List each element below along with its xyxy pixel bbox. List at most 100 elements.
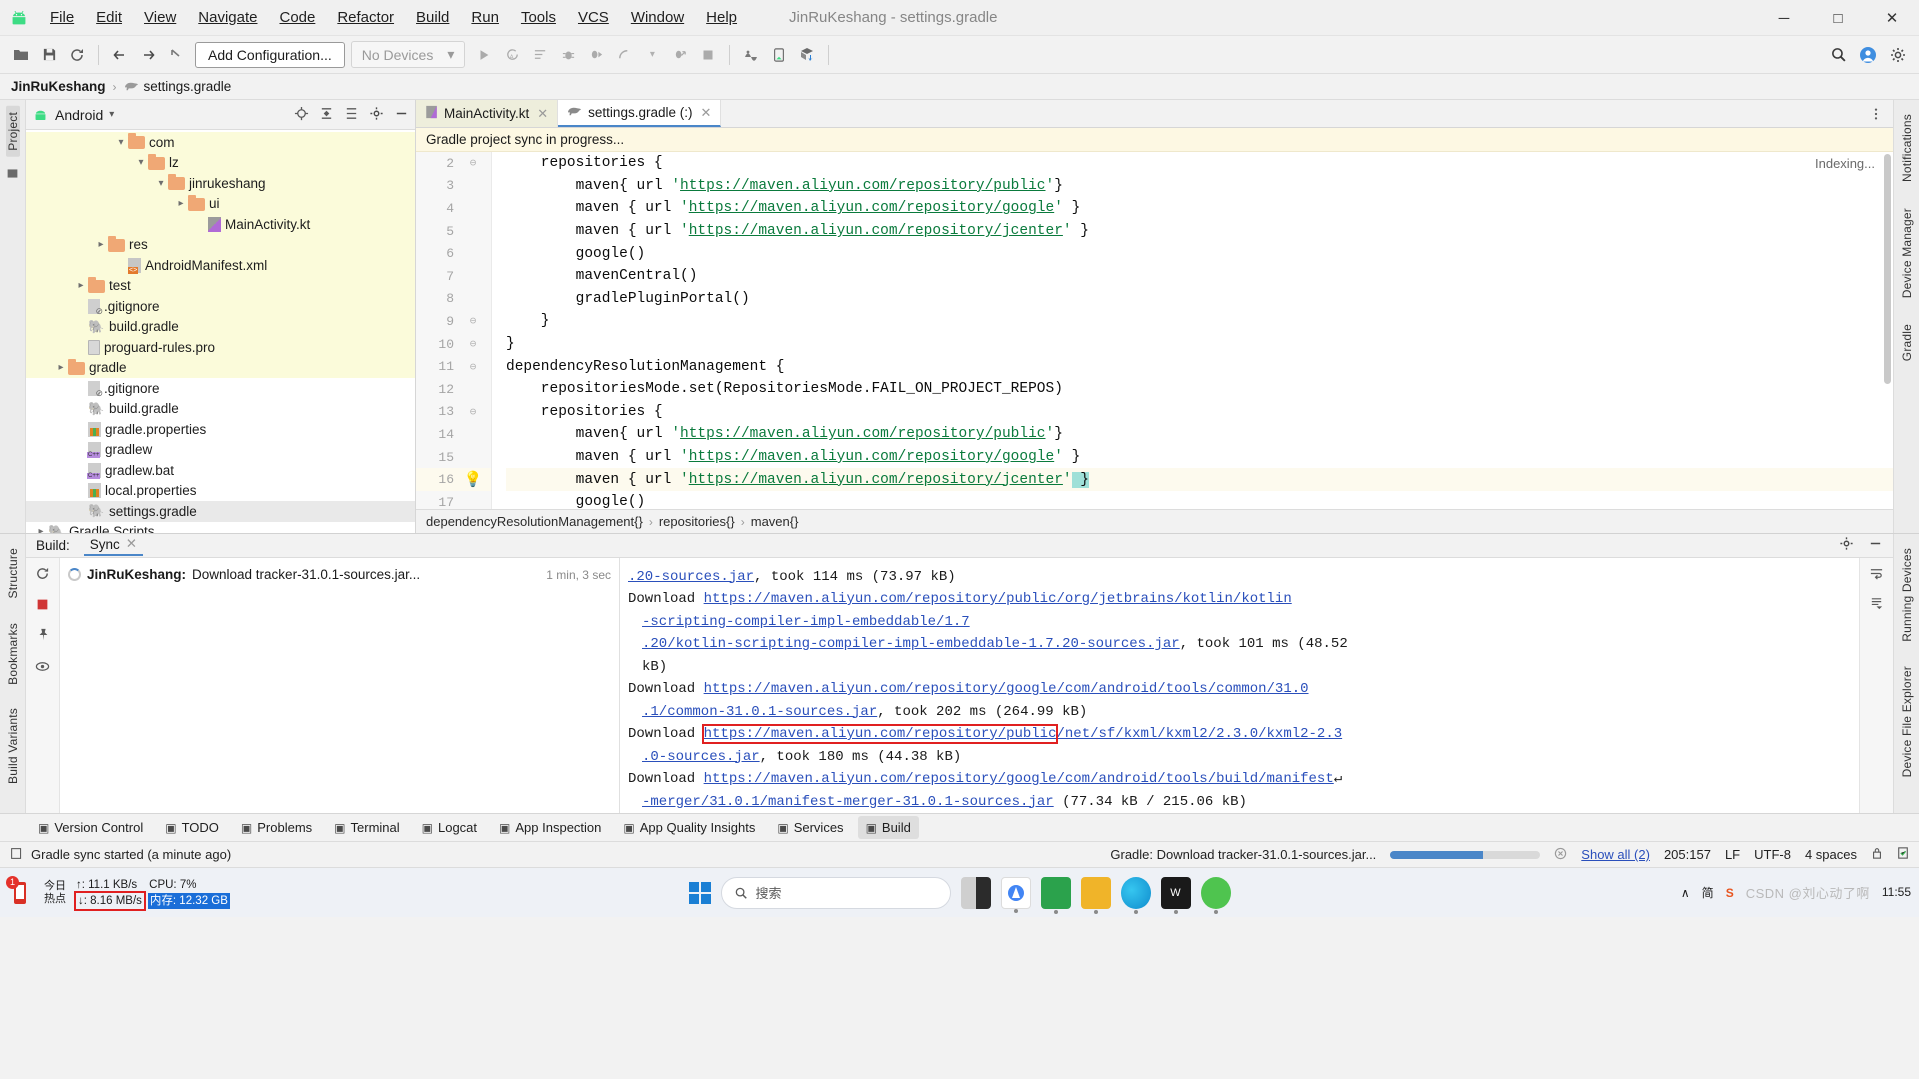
task-view-icon[interactable] <box>960 876 991 909</box>
ime-indicator[interactable]: 简 <box>1702 884 1714 901</box>
tool-tab-app-quality-insights[interactable]: ▣ App Quality Insights <box>615 816 763 839</box>
code-editor[interactable]: 2 ⊖ 3 4 5 6 7 8 9 ⊖ 10 ⊖ 11 ⊖ 12 13 ⊖ 14 15 16 💡 17 repositor… <box>416 152 1893 509</box>
run-icon[interactable] <box>471 42 497 68</box>
wechat-icon[interactable] <box>1200 876 1231 914</box>
code-line[interactable]: google() <box>506 491 1893 509</box>
editor-vertical-scrollbar[interactable] <box>1884 154 1891 384</box>
code-line[interactable]: maven { url ' https://maven.aliyun.com/re… <box>506 446 1893 469</box>
back-arrow-icon[interactable] <box>107 42 133 68</box>
build-log-link[interactable]: .20/kotlin-scripting-compiler-impl-embed… <box>642 636 1180 652</box>
chevron-down-icon[interactable]: ▾ <box>109 109 114 120</box>
editor-tab-settings-gradle[interactable]: settings.gradle (:) ✕ <box>558 100 722 127</box>
code-line[interactable]: } <box>506 310 1893 333</box>
gutter-row[interactable]: 17 <box>416 491 491 509</box>
tool-tab-services[interactable]: ▣ Services <box>769 816 851 839</box>
hide-build-icon[interactable] <box>1868 536 1883 554</box>
huawei-icon[interactable] <box>1040 876 1071 914</box>
settings-gear-icon[interactable] <box>1885 42 1911 68</box>
gutter-row[interactable]: 4 <box>416 197 491 220</box>
tree-item[interactable]: res <box>26 234 415 255</box>
wps-icon[interactable]: W <box>1160 876 1191 914</box>
stop-icon[interactable] <box>695 42 721 68</box>
sidebar-item-project[interactable]: Project <box>5 106 20 157</box>
commit-icon[interactable] <box>6 167 19 183</box>
sogou-icon[interactable]: S <box>1726 886 1734 900</box>
code-line[interactable]: repositories { <box>506 401 1893 424</box>
tree-item[interactable]: local.properties <box>26 481 415 502</box>
chevron-closed-icon[interactable] <box>74 280 88 291</box>
open-folder-icon[interactable] <box>8 42 34 68</box>
sidebar-item-build-variants[interactable]: Build Variants <box>6 702 20 790</box>
run-coverage-icon[interactable] <box>527 42 553 68</box>
code-url-link[interactable]: https://maven.aliyun.com/repository/goog… <box>689 200 1054 216</box>
gutter-row[interactable]: 14 <box>416 423 491 446</box>
edge-icon[interactable] <box>1120 876 1151 914</box>
tree-item[interactable]: .gitignore <box>26 296 415 317</box>
apply-changes-icon[interactable]: A <box>499 42 525 68</box>
menu-tools[interactable]: Tools <box>511 6 566 29</box>
search-everywhere-icon[interactable] <box>1825 42 1851 68</box>
menu-refactor[interactable]: Refactor <box>327 6 404 29</box>
gutter-row[interactable]: 12 <box>416 378 491 401</box>
tree-item[interactable]: gradle.properties <box>26 419 415 440</box>
editor-status-icon[interactable] <box>10 847 23 863</box>
code-url-link[interactable]: https://maven.aliyun.com/repository/goog… <box>689 449 1054 465</box>
hotspot-label[interactable]: 今日 热点 <box>44 880 66 906</box>
code-line[interactable]: maven{ url ' https://maven.aliyun.com/rep… <box>506 423 1893 446</box>
tree-item[interactable]: jinrukeshang <box>26 173 415 194</box>
device-manager-icon[interactable] <box>766 42 792 68</box>
tree-item[interactable]: proguard-rules.pro <box>26 337 415 358</box>
gutter-row[interactable]: 2 ⊖ <box>416 152 491 175</box>
windows-start-icon[interactable] <box>688 881 711 904</box>
hide-panel-icon[interactable] <box>394 106 409 124</box>
code-breadcrumb-item[interactable]: dependencyResolutionManagement{} <box>426 514 643 529</box>
gutter-row[interactable]: 3 <box>416 175 491 198</box>
network-monitor[interactable]: ↑: 11.1 KB/s CPU: 7% ↓: 8.16 MB/s 内存: 12… <box>74 877 230 911</box>
tree-item[interactable]: 🐘 settings.gradle <box>26 501 415 522</box>
menu-code[interactable]: Code <box>269 6 325 29</box>
chevron-open-icon[interactable] <box>134 157 148 168</box>
indent-setting[interactable]: 4 spaces <box>1805 847 1857 862</box>
breadcrumb-project[interactable]: JinRuKeshang <box>8 78 109 95</box>
code-url-link[interactable]: https://maven.aliyun.com/repository/publ… <box>680 426 1045 442</box>
line-separator[interactable]: LF <box>1725 847 1740 862</box>
profile-arrow-icon[interactable] <box>667 42 693 68</box>
menu-navigate[interactable]: Navigate <box>188 6 267 29</box>
attach-debugger-icon[interactable] <box>583 42 609 68</box>
menu-window[interactable]: Window <box>621 6 694 29</box>
gutter-row[interactable]: 6 <box>416 242 491 265</box>
gutter-row[interactable]: 13 ⊖ <box>416 401 491 424</box>
tree-item[interactable]: .gitignore <box>26 378 415 399</box>
toggle-visibility-icon[interactable] <box>35 659 50 677</box>
gutter-row[interactable]: 8 <box>416 288 491 311</box>
locate-file-icon[interactable] <box>294 106 309 124</box>
fold-marker-icon[interactable]: ⊖ <box>460 337 486 351</box>
build-settings-icon[interactable] <box>1839 536 1854 554</box>
close-icon[interactable]: ✕ <box>700 105 711 121</box>
save-icon[interactable] <box>36 42 62 68</box>
read-only-lock-icon[interactable] <box>1871 846 1883 863</box>
scroll-to-end-icon[interactable] <box>1869 596 1884 614</box>
build-log-link[interactable]: .1/common-31.0.1-sources.jar <box>642 704 877 720</box>
tree-item[interactable]: test <box>26 275 415 296</box>
profile-icon[interactable] <box>611 42 637 68</box>
stop-square-icon[interactable] <box>36 598 49 614</box>
build-log-link[interactable]: https://maven.aliyun.com/repository/goog… <box>704 681 1309 697</box>
tool-tab-logcat[interactable]: ▣ Logcat <box>414 816 485 839</box>
editor-more-options[interactable] <box>1859 100 1893 127</box>
chevron-open-icon[interactable] <box>154 178 168 189</box>
expand-all-icon[interactable] <box>319 106 334 124</box>
taskbar-clock[interactable]: 11:55 <box>1882 885 1911 900</box>
menu-run[interactable]: Run <box>461 6 509 29</box>
soft-wrap-icon[interactable] <box>1869 566 1884 584</box>
tool-tab-todo[interactable]: ▣ TODO <box>157 816 227 839</box>
code-line[interactable]: google() <box>506 242 1893 265</box>
chevron-closed-icon[interactable] <box>94 239 108 250</box>
chevron-closed-icon[interactable] <box>174 198 188 209</box>
account-icon[interactable] <box>1855 42 1881 68</box>
forward-arrow-icon[interactable] <box>135 42 161 68</box>
menu-help[interactable]: Help <box>696 6 747 29</box>
sidebar-item-structure[interactable]: Structure <box>6 542 20 605</box>
build-task-tree[interactable]: JinRuKeshang: Download tracker-31.0.1-so… <box>60 557 620 813</box>
close-icon[interactable]: ✕ <box>126 536 137 552</box>
